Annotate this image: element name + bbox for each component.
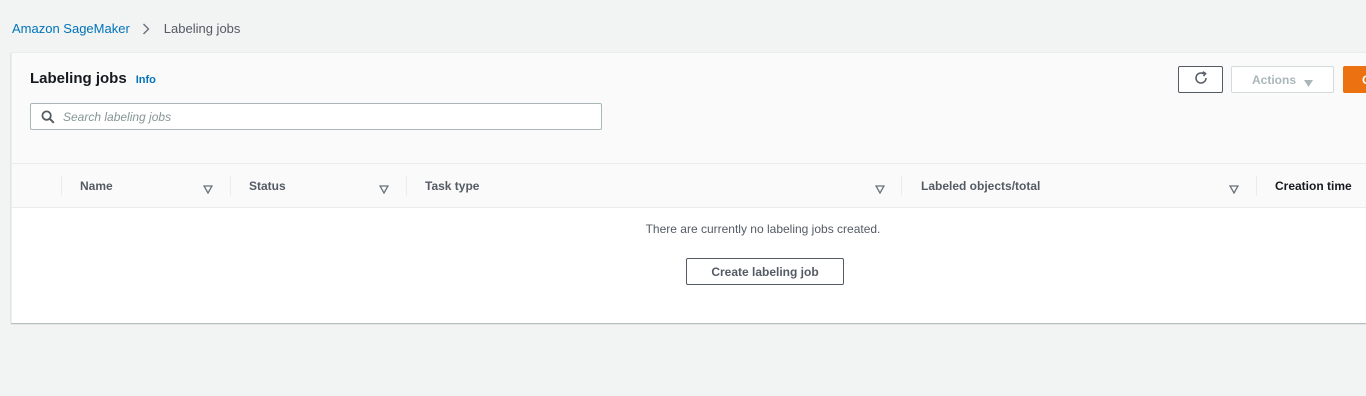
column-header-task-type[interactable]: Task type — [425, 164, 479, 208]
search-input[interactable] — [63, 109, 563, 124]
sort-icon[interactable] — [874, 181, 886, 195]
refresh-button[interactable] — [1178, 66, 1223, 93]
column-header-name[interactable]: Name — [80, 164, 113, 208]
column-header-creation-time[interactable]: Creation time — [1275, 164, 1352, 208]
create-labeling-job-button[interactable]: Create labeling job — [686, 258, 844, 285]
empty-state-message: There are currently no labeling jobs cre… — [645, 222, 881, 236]
caret-down-icon — [1304, 76, 1313, 87]
sort-icon[interactable] — [202, 181, 214, 195]
title-row: Labeling jobs Info — [30, 70, 156, 87]
create-labeling-job-primary-button[interactable]: C — [1343, 66, 1366, 93]
actions-label: Actions — [1251, 72, 1296, 87]
page-title: Labeling jobs — [30, 70, 127, 87]
breadcrumb: Amazon SageMaker Labeling jobs — [12, 21, 240, 36]
breadcrumb-current: Labeling jobs — [163, 21, 241, 36]
column-header-labeled-objects[interactable]: Labeled objects/total — [921, 164, 1040, 208]
labeling-jobs-panel: Labeling jobs Info Actions — [11, 52, 1366, 323]
column-divider — [1256, 176, 1257, 196]
info-link[interactable]: Info — [136, 74, 156, 86]
search-icon — [41, 110, 55, 124]
table-header: Name Status Task type Labeled objects/to… — [12, 163, 1366, 208]
column-divider — [901, 176, 902, 196]
column-header-status[interactable]: Status — [249, 164, 286, 208]
column-divider — [230, 176, 231, 196]
search-box[interactable] — [30, 103, 602, 130]
panel-header: Labeling jobs Info Actions — [12, 53, 1366, 163]
column-divider — [406, 176, 407, 196]
chevron-right-icon — [142, 23, 150, 35]
sort-icon[interactable] — [378, 181, 390, 195]
refresh-icon — [1193, 70, 1209, 89]
table-empty-state: There are currently no labeling jobs cre… — [12, 208, 1366, 323]
sort-icon[interactable] — [1228, 181, 1240, 195]
actions-dropdown[interactable]: Actions — [1231, 66, 1334, 93]
column-divider — [61, 176, 62, 196]
breadcrumb-link-sagemaker[interactable]: Amazon SageMaker — [12, 21, 130, 36]
